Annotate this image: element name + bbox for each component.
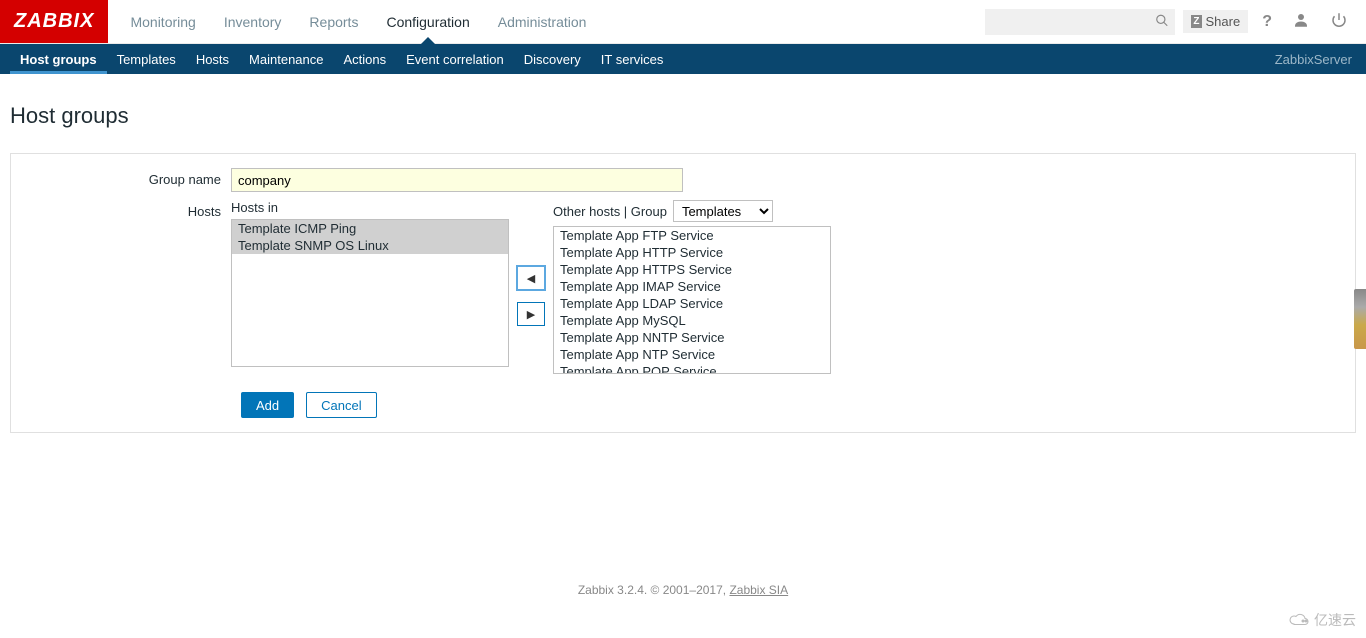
list-item[interactable]: Template App IMAP Service xyxy=(554,278,830,295)
group-filter-select[interactable]: Templates xyxy=(673,200,773,222)
list-item[interactable]: Template App NNTP Service xyxy=(554,329,830,346)
help-icon[interactable]: ? xyxy=(1256,13,1278,31)
subnav-discovery[interactable]: Discovery xyxy=(514,44,591,74)
nav-configuration[interactable]: Configuration xyxy=(372,0,483,43)
list-item[interactable]: Template App LDAP Service xyxy=(554,295,830,312)
subnav-event-correlation[interactable]: Event correlation xyxy=(396,44,514,74)
search-box xyxy=(985,9,1175,35)
list-item[interactable]: Template App POP Service xyxy=(554,363,830,374)
label-other-hosts-group: Other hosts | Group xyxy=(553,204,667,219)
move-right-button[interactable]: ▶ xyxy=(517,302,545,326)
subnav-hosts[interactable]: Hosts xyxy=(186,44,239,74)
nav-inventory[interactable]: Inventory xyxy=(210,0,296,43)
label-hosts-in: Hosts in xyxy=(231,200,509,215)
footer-text: Zabbix 3.2.4. © 2001–2017, xyxy=(578,583,730,597)
watermark: 亿速云 xyxy=(1288,610,1356,630)
server-name: ZabbixServer xyxy=(1275,52,1356,67)
list-item[interactable]: Template App FTP Service xyxy=(554,227,830,244)
search-icon[interactable] xyxy=(1155,13,1169,30)
page-title: Host groups xyxy=(0,89,1366,139)
share-label: Share xyxy=(1206,14,1241,29)
main-nav: Monitoring Inventory Reports Configurati… xyxy=(116,0,600,43)
top-bar: ZABBIX Monitoring Inventory Reports Conf… xyxy=(0,0,1366,44)
search-input[interactable] xyxy=(985,9,1175,35)
hosts-in-listbox[interactable]: Template ICMP Ping Template SNMP OS Linu… xyxy=(231,219,509,367)
logo[interactable]: ZABBIX xyxy=(0,0,108,43)
footer: Zabbix 3.2.4. © 2001–2017, Zabbix SIA xyxy=(0,453,1366,609)
nav-administration[interactable]: Administration xyxy=(484,0,601,43)
move-left-button[interactable]: ◀ xyxy=(517,266,545,290)
label-group-name: Group name xyxy=(21,168,231,187)
group-name-input[interactable] xyxy=(231,168,683,192)
list-item[interactable]: Template App HTTP Service xyxy=(554,244,830,261)
other-hosts-column: Other hosts | Group Templates Template A… xyxy=(553,200,831,374)
user-icon[interactable] xyxy=(1286,11,1316,32)
hosts-in-column: Hosts in Template ICMP Ping Template SNM… xyxy=(231,200,509,367)
share-button[interactable]: Z Share xyxy=(1183,10,1248,33)
subnav-it-services[interactable]: IT services xyxy=(591,44,674,74)
row-group-name: Group name xyxy=(21,168,1345,192)
row-hosts: Hosts Hosts in Template ICMP Ping Templa… xyxy=(21,200,1345,374)
triangle-left-icon: ◀ xyxy=(527,272,535,285)
list-item[interactable]: Template App NTP Service xyxy=(554,346,830,363)
form-buttons: Add Cancel xyxy=(241,392,1345,418)
subnav-actions[interactable]: Actions xyxy=(334,44,397,74)
subnav-maintenance[interactable]: Maintenance xyxy=(239,44,333,74)
subnav-host-groups[interactable]: Host groups xyxy=(10,44,107,74)
share-z-icon: Z xyxy=(1191,15,1201,28)
nav-monitoring[interactable]: Monitoring xyxy=(116,0,209,43)
cloud-icon xyxy=(1288,612,1310,628)
list-item[interactable]: Template SNMP OS Linux xyxy=(232,237,508,254)
nav-reports[interactable]: Reports xyxy=(295,0,372,43)
sub-nav: Host groups Templates Hosts Maintenance … xyxy=(0,44,1366,74)
add-button[interactable]: Add xyxy=(241,392,294,418)
side-meter-widget[interactable] xyxy=(1354,289,1366,349)
list-item[interactable]: Template ICMP Ping xyxy=(232,220,508,237)
other-hosts-listbox[interactable]: Template App FTP Service Template App HT… xyxy=(553,226,831,374)
footer-link[interactable]: Zabbix SIA xyxy=(729,583,788,597)
group-filter-row: Other hosts | Group Templates xyxy=(553,200,831,222)
form-panel: Group name Hosts Hosts in Template ICMP … xyxy=(10,153,1356,433)
list-item[interactable]: Template App MySQL xyxy=(554,312,830,329)
cancel-button[interactable]: Cancel xyxy=(306,392,376,418)
power-icon[interactable] xyxy=(1324,11,1354,32)
shuttle-buttons: ◀ ▶ xyxy=(509,222,553,370)
topbar-right: Z Share ? xyxy=(985,0,1366,43)
label-hosts: Hosts xyxy=(21,200,231,219)
subnav-templates[interactable]: Templates xyxy=(107,44,186,74)
watermark-text: 亿速云 xyxy=(1314,610,1356,630)
triangle-right-icon: ▶ xyxy=(527,308,535,321)
list-item[interactable]: Template App HTTPS Service xyxy=(554,261,830,278)
